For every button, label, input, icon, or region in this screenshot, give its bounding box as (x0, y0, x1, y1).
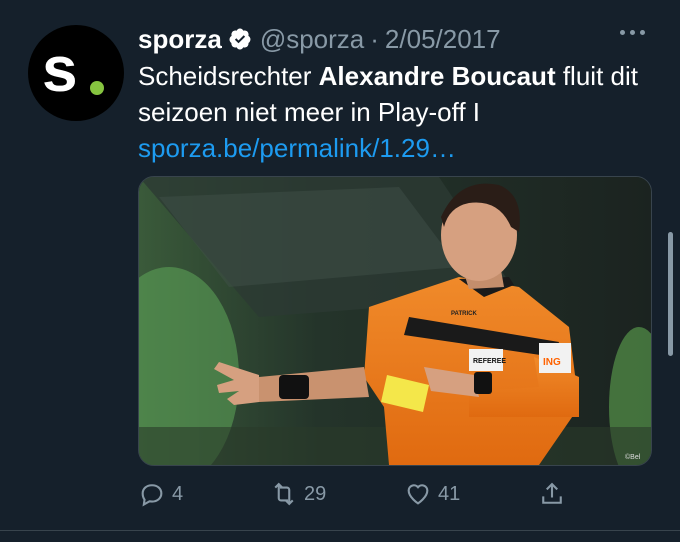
retweet-count: 29 (304, 482, 327, 505)
retweet-icon (274, 482, 294, 506)
like-button[interactable]: 41 (404, 480, 460, 508)
author-name[interactable]: sporza (138, 24, 222, 55)
share-button[interactable] (538, 480, 566, 508)
share-icon (542, 482, 562, 504)
author-handle[interactable]: @sporza (260, 24, 364, 55)
tweet-media-photo[interactable]: REFEREE ING PATRICK ©Bel (138, 176, 652, 466)
tweet-text-part1: Scheidsrechter (138, 61, 319, 91)
reply-icon (141, 484, 163, 507)
tweet-text-bold: Alexandre Boucaut (318, 61, 556, 91)
avatar[interactable]: s (28, 25, 124, 121)
like-count: 41 (438, 482, 461, 505)
scrollbar[interactable] (668, 232, 673, 356)
photo-watermark: ©Bel (625, 453, 641, 461)
sponsor-text: ING (543, 357, 561, 368)
more-options-icon[interactable] (620, 30, 645, 35)
tweet-text: Scheidsrechter Alexandre Boucaut fluit d… (138, 58, 658, 166)
tweet-link[interactable]: sporza.be/permalink/1.29… (138, 130, 658, 166)
reply-button[interactable]: 4 (138, 480, 183, 508)
avatar-logo-dot (90, 81, 104, 95)
brand-text: PATRICK (451, 311, 477, 317)
tweet[interactable]: s sporza @sporza · 2/05/2017 Scheidsrech… (0, 0, 680, 542)
reply-count: 4 (172, 482, 184, 505)
verified-badge-icon (229, 28, 251, 50)
avatar-logo-letter: s (42, 33, 78, 105)
tweet-date[interactable]: 2/05/2017 (385, 24, 501, 55)
header-separator: · (370, 23, 379, 54)
heart-icon (407, 484, 429, 505)
referee-badge-text: REFEREE (473, 358, 506, 365)
referee-photo-image: REFEREE ING PATRICK ©Bel (139, 177, 651, 465)
retweet-button[interactable]: 29 (270, 480, 326, 508)
tweet-header: sporza @sporza · 2/05/2017 (138, 22, 501, 56)
divider (0, 530, 680, 531)
